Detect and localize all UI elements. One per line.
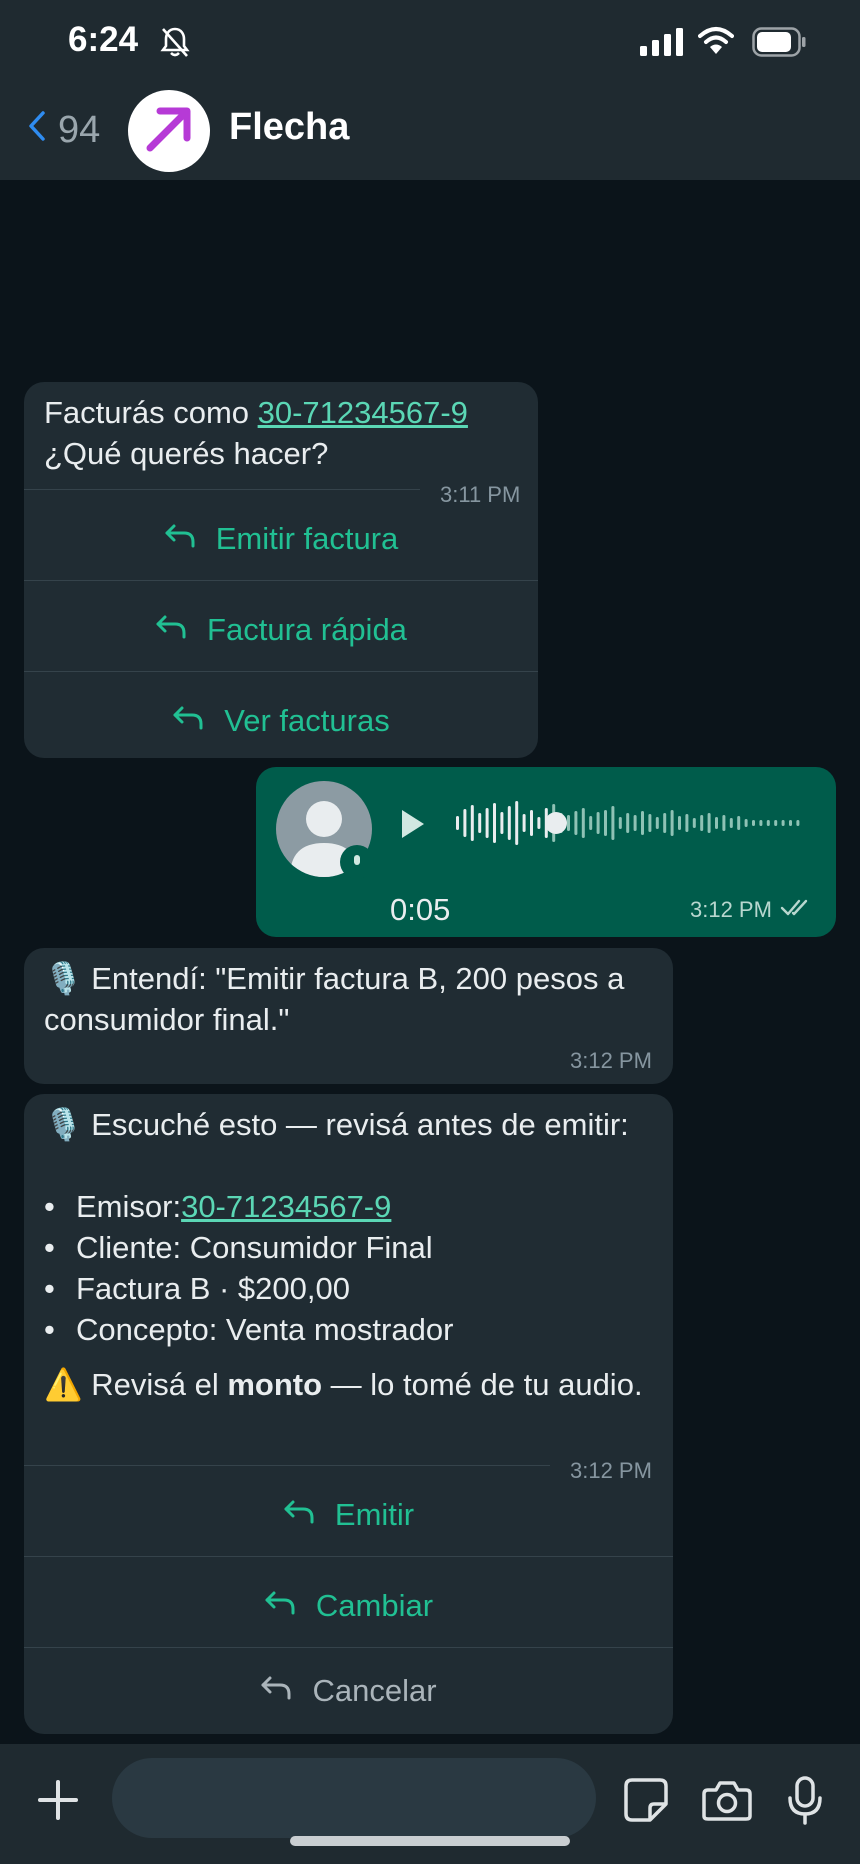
status-bar: 6:24 xyxy=(0,0,860,86)
button-label: Factura rápida xyxy=(207,612,407,647)
message-input[interactable] xyxy=(112,1758,596,1838)
message-text-prefix: Facturás como xyxy=(44,395,258,430)
reply-button-cambiar[interactable]: Cambiar xyxy=(24,1561,673,1651)
sticker-icon[interactable] xyxy=(622,1776,670,1829)
warning-prefix: ⚠️ Revisá el xyxy=(44,1367,228,1402)
double-check-icon xyxy=(780,897,812,924)
button-label: Emitir factura xyxy=(215,521,399,556)
divider xyxy=(24,580,538,581)
button-label: Cancelar xyxy=(312,1672,437,1708)
warning-bold: monto xyxy=(227,1367,323,1402)
signal-icon xyxy=(640,28,684,61)
reply-button-factura-rapida[interactable]: Factura rápida xyxy=(24,585,538,675)
list-item-label: Factura B · $200,00 xyxy=(76,1271,350,1306)
cuit-link[interactable]: 30-71234567-9 xyxy=(181,1186,391,1227)
audio-waveform[interactable] xyxy=(452,793,822,853)
battery-icon xyxy=(752,27,806,62)
cuit-link[interactable]: 30-71234567-9 xyxy=(258,395,468,430)
mic-badge-icon xyxy=(340,845,374,879)
reply-button-emitir[interactable]: Emitir xyxy=(24,1470,673,1560)
chevron-left-icon xyxy=(28,109,46,152)
status-time: 6:24 xyxy=(68,20,139,59)
voice-message-outgoing: 0:05 3:12 PM xyxy=(256,767,836,937)
message-time: 3:12 PM xyxy=(690,897,772,922)
contact-avatar[interactable] xyxy=(128,90,210,172)
message-bubble-incoming: 🎙️ Entendí: "Emitir factura B, 200 pesos… xyxy=(24,948,673,1084)
reply-arrow-icon xyxy=(264,1588,316,1624)
reply-arrow-icon xyxy=(283,1497,335,1533)
arrow-up-right-icon xyxy=(142,102,196,161)
message-intro: 🎙️ Escuché esto — revisá antes de emitir… xyxy=(44,1107,629,1142)
camera-icon[interactable] xyxy=(702,1778,752,1827)
message-text: 🎙️ Entendí: "Emitir factura B, 200 pesos… xyxy=(44,961,625,1037)
button-label: Emitir xyxy=(334,1497,415,1532)
reply-button-ver-facturas[interactable]: Ver facturas xyxy=(24,676,538,766)
list-item: • Factura B · $200,00 xyxy=(44,1268,664,1309)
list-item-label: Cliente: Consumidor Final xyxy=(76,1230,433,1265)
plus-icon[interactable] xyxy=(36,1778,80,1827)
mic-icon[interactable] xyxy=(786,1776,824,1831)
reply-arrow-icon xyxy=(155,612,207,648)
back-button[interactable]: 94 xyxy=(28,104,100,156)
reply-arrow-icon xyxy=(164,521,216,557)
reply-button-cancelar[interactable]: Cancelar xyxy=(24,1647,673,1734)
message-text: 🎙️ Escuché esto — revisá antes de emitir… xyxy=(44,1104,664,1405)
play-button[interactable] xyxy=(398,807,428,846)
bell-off-icon xyxy=(160,26,190,63)
wifi-icon xyxy=(698,26,734,61)
list-item: • Emisor: 30-71234567-9 xyxy=(44,1186,664,1227)
reply-button-emitir-factura[interactable]: Emitir factura xyxy=(24,494,538,584)
list-item: • Concepto: Venta mostrador xyxy=(44,1309,664,1350)
divider xyxy=(24,671,538,672)
chat-title[interactable]: Flecha xyxy=(229,106,349,149)
voice-duration: 0:05 xyxy=(390,892,451,927)
divider xyxy=(24,1556,673,1557)
button-label: Cambiar xyxy=(315,1588,434,1623)
message-bubble-incoming: Facturás como 30-71234567-9 ¿Qué querés … xyxy=(24,382,538,758)
list-item-label: Emisor: xyxy=(76,1189,182,1224)
divider xyxy=(24,1465,550,1466)
divider xyxy=(24,489,420,490)
list-item-label: Concepto: Venta mostrador xyxy=(76,1312,454,1347)
button-label: Ver facturas xyxy=(224,703,390,738)
reply-arrow-icon xyxy=(260,1673,312,1709)
message-bubble-incoming: 🎙️ Escuché esto — revisá antes de emitir… xyxy=(24,1094,673,1734)
message-text-line2: ¿Qué querés hacer? xyxy=(44,436,329,471)
list-item: • Cliente: Consumidor Final xyxy=(44,1227,664,1268)
reply-arrow-icon xyxy=(172,703,224,739)
message-text: Facturás como 30-71234567-9 ¿Qué querés … xyxy=(44,392,524,474)
home-indicator xyxy=(290,1836,570,1846)
warning-suffix: — lo tomé de tu audio. xyxy=(322,1367,643,1402)
unread-count: 94 xyxy=(58,108,101,151)
message-time: 3:12 PM xyxy=(570,1048,652,1073)
warning-text: ⚠️ Revisá el monto — lo tomé de tu audio… xyxy=(44,1364,664,1405)
